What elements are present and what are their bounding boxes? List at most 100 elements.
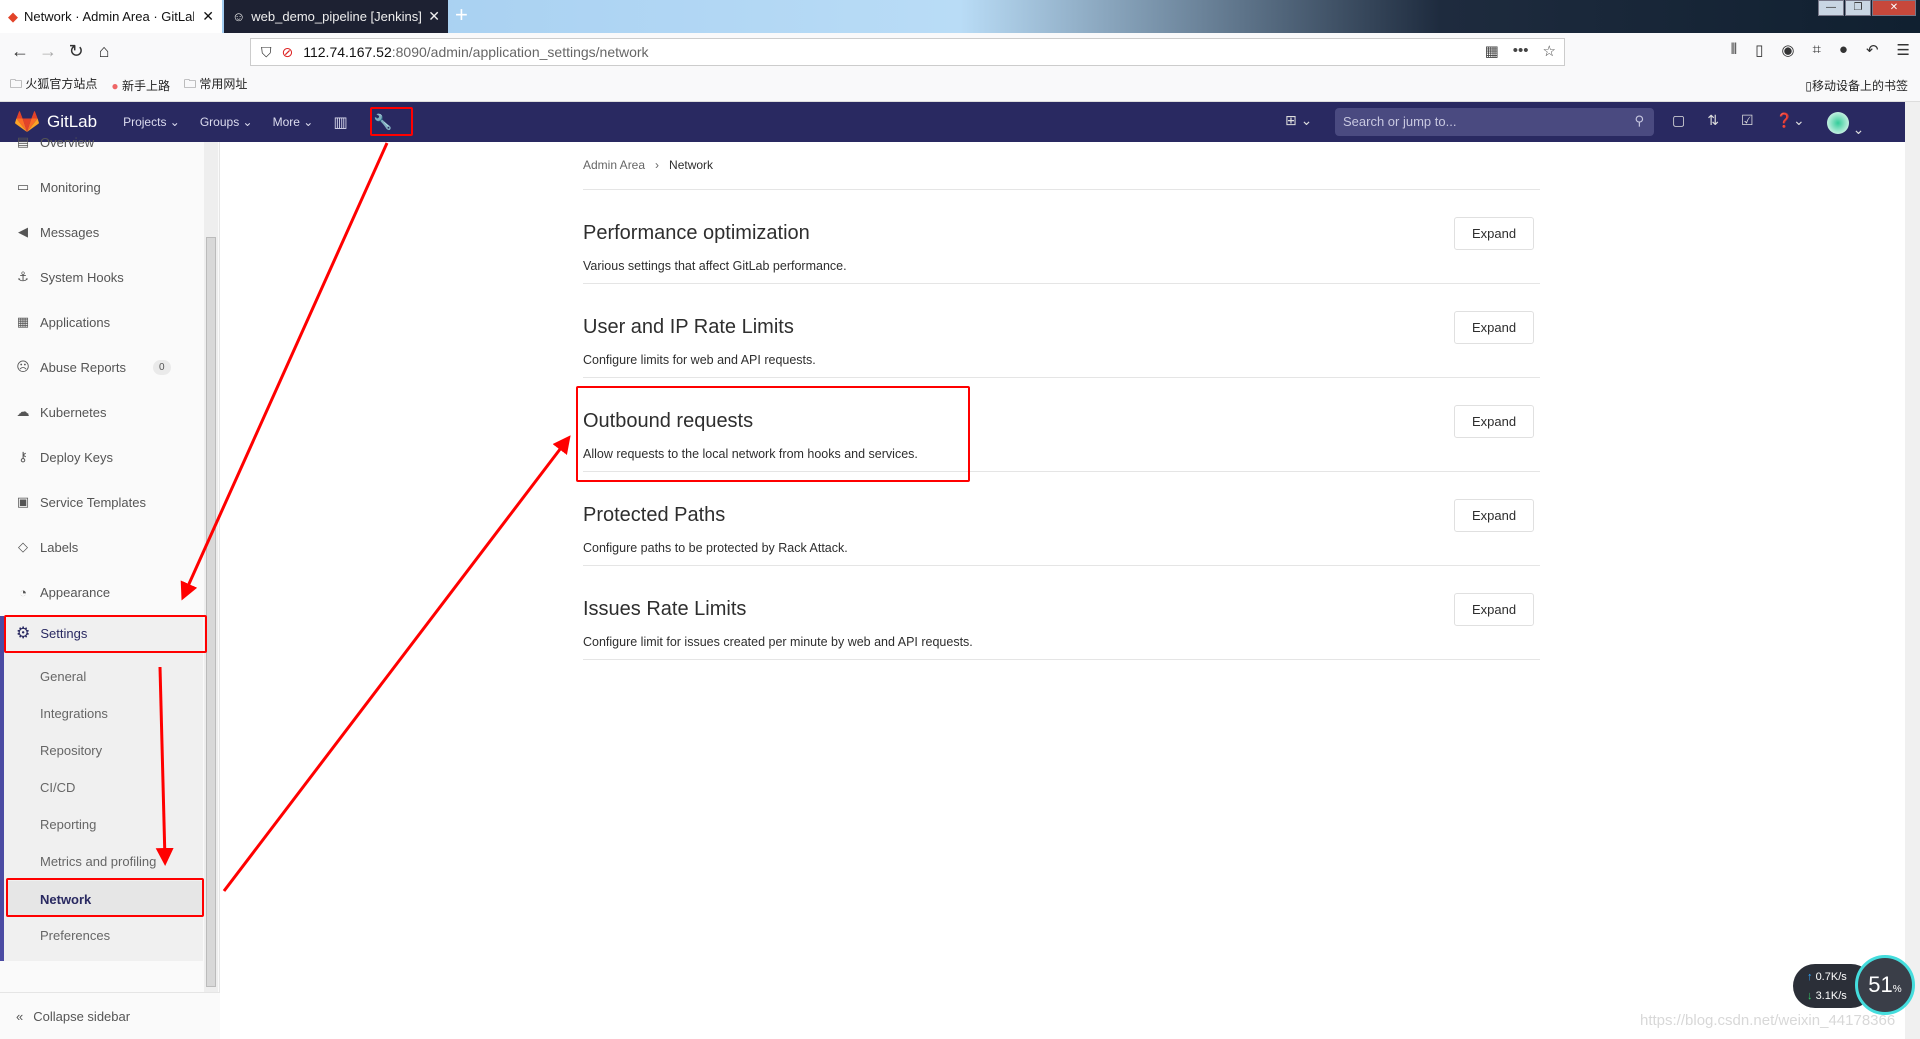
section-title: Issues Rate Limits <box>583 598 747 620</box>
minimize-button[interactable]: — <box>1818 0 1844 16</box>
gitlab-header: GitLab Projects ⌄ Groups ⌄ More ⌄ ▥ 🔧 ⊞ … <box>0 102 1905 142</box>
bookmark-getting-started[interactable]: ● 新手上路 <box>111 77 170 94</box>
megaphone-icon: ◀ <box>18 224 28 239</box>
annotation-box-settings <box>4 615 207 653</box>
section-title: Performance optimization <box>583 222 810 244</box>
nav-groups[interactable]: Groups ⌄ <box>200 115 253 129</box>
palette-icon: ◔ <box>19 584 27 600</box>
issues-icon[interactable]: ▢ <box>1672 112 1685 138</box>
browser-tab-bar: ◆ Network · Admin Area · GitLab ✕ ☺ web_dem… <box>0 0 1920 33</box>
undo-icon[interactable]: ↶ <box>1866 41 1879 59</box>
settings-section: Issues Rate Limits Configure limit for is… <box>583 566 1540 660</box>
expand-button[interactable]: Expand <box>1454 217 1534 250</box>
gitlab-favicon-icon: ◆ <box>8 8 18 24</box>
library-icon[interactable]: ⫴ <box>1731 41 1737 59</box>
expand-button[interactable]: Expand <box>1454 593 1534 626</box>
close-tab-icon[interactable]: ✕ <box>428 8 440 25</box>
breadcrumb-admin-area[interactable]: Admin Area <box>583 158 645 172</box>
expand-button[interactable]: Expand <box>1454 499 1534 532</box>
menu-icon[interactable]: ☰ <box>1897 41 1910 59</box>
settings-section: Protected Paths Configure paths to be pro… <box>583 472 1540 566</box>
breadcrumb-network: Network <box>669 158 714 172</box>
sidebar-sub-metrics-and-profiling[interactable]: Metrics and profiling <box>40 854 156 869</box>
reload-icon[interactable]: ↻ <box>62 41 90 62</box>
page-scrollbar[interactable] <box>1905 102 1920 1039</box>
back-icon[interactable]: ← <box>6 41 34 62</box>
annotation-box-outbound <box>576 386 970 482</box>
todos-icon[interactable]: ☑ <box>1741 112 1754 138</box>
forward-icon[interactable]: → <box>34 41 62 62</box>
sidebar-item-deploy-keys[interactable]: ⚷ Deploy Keys <box>16 442 113 472</box>
section-description: Configure limit for issues created per m… <box>583 635 973 649</box>
sidebar-sub-integrations[interactable]: Integrations <box>40 706 108 721</box>
bookmark-star-icon[interactable]: ☆ <box>1543 42 1556 60</box>
section-title: Protected Paths <box>583 504 726 526</box>
sidebar-item-labels[interactable]: ◇ Labels <box>16 532 78 562</box>
close-tab-icon[interactable]: ✕ <box>202 8 214 25</box>
collapse-sidebar-button[interactable]: «Collapse sidebar <box>0 992 220 1039</box>
help-icon[interactable]: ❓⌄ <box>1776 112 1805 138</box>
sidebar-item-messages[interactable]: ◀ Messages <box>16 217 99 247</box>
search-icon: ⚲ <box>1634 113 1644 128</box>
sidebar-item-service-templates[interactable]: ▣ Service Templates <box>16 487 146 517</box>
download-arrow-icon: ↓ <box>1807 990 1813 1002</box>
hook-icon: ⚓ <box>17 269 29 284</box>
mobile-bookmarks[interactable]: ▯移动设备上的书签 <box>1805 77 1908 94</box>
settings-section: Performance optimization Various settings… <box>583 190 1540 284</box>
search-input[interactable]: Search or jump to... ⚲ <box>1335 108 1654 136</box>
tab-gitlab-network[interactable]: ◆ Network · Admin Area · GitLab ✕ <box>0 0 222 33</box>
section-title: User and IP Rate Limits <box>583 316 794 338</box>
shield-icon: ⛉ <box>261 43 272 60</box>
bookmark-common-sites[interactable]: 🗀 常用网址 <box>184 75 247 96</box>
scrollbar-thumb[interactable] <box>206 237 216 987</box>
new-tab-button[interactable]: + <box>455 2 468 28</box>
account-icon[interactable]: ◉ <box>1781 41 1794 59</box>
sidebar-icon[interactable]: ▯ <box>1755 41 1763 59</box>
sidebar-sub-general[interactable]: General <box>40 669 86 684</box>
window-close-button[interactable]: ✕ <box>1872 0 1916 16</box>
double-chevron-left-icon: « <box>16 1008 24 1024</box>
template-icon: ▣ <box>16 494 30 509</box>
sidebar-item-appearance[interactable]: ◔ Appearance <box>16 577 110 607</box>
label-icon: ◇ <box>18 539 28 554</box>
arrow-network-to-outbound <box>222 435 571 892</box>
sidebar-sub-ci-cd[interactable]: CI/CD <box>40 780 75 795</box>
annotation-box-network <box>6 878 204 917</box>
user-avatar-menu[interactable]: ⌄ <box>1826 112 1864 138</box>
section-description: Configure limits for web and API request… <box>583 353 816 367</box>
jenkins-favicon-icon: ☺ <box>232 9 246 24</box>
section-description: Configure paths to be protected by Rack … <box>583 541 848 555</box>
new-item-plus-icon[interactable]: ⊞ ⌄ <box>1285 112 1312 129</box>
home-icon[interactable]: ⌂ <box>90 41 118 62</box>
crop-icon[interactable]: ⌗ <box>1812 41 1820 59</box>
sidebar-item-abuse-reports[interactable]: ☹ Abuse Reports <box>16 352 126 382</box>
merge-requests-icon[interactable]: ⇅ <box>1707 112 1719 138</box>
settings-section: User and IP Rate Limits Configure limits … <box>583 284 1540 378</box>
sidebar-item-applications[interactable]: ▦ Applications <box>16 307 110 337</box>
sidebar-item-kubernetes[interactable]: ☁ Kubernetes <box>16 397 107 427</box>
sidebar-item-overview[interactable]: ▤ Overview <box>16 127 94 157</box>
nav-projects[interactable]: Projects ⌄ <box>123 115 180 129</box>
qr-code-icon[interactable]: ▦ <box>1485 42 1499 60</box>
activity-chart-icon[interactable]: ▥ <box>333 113 347 131</box>
sidebar-item-monitoring[interactable]: ▭ Monitoring <box>16 172 101 202</box>
chat-icon[interactable]: ● <box>1839 41 1848 59</box>
annotation-box-wrench <box>370 107 413 136</box>
expand-button[interactable]: Expand <box>1454 311 1534 344</box>
more-actions-icon[interactable]: ••• <box>1513 42 1529 60</box>
expand-button[interactable]: Expand <box>1454 405 1534 438</box>
nav-more[interactable]: More ⌄ <box>273 115 314 129</box>
sidebar-scrollbar[interactable] <box>204 142 218 992</box>
insecure-lock-icon: ⊘ <box>281 43 294 60</box>
sidebar-sub-repository[interactable]: Repository <box>40 743 102 758</box>
memory-gauge[interactable]: 51% <box>1855 955 1915 1015</box>
sidebar-sub-preferences[interactable]: Preferences <box>40 928 110 943</box>
bookmark-firefox-site[interactable]: 🗀 火狐官方站点 <box>10 75 97 96</box>
address-bar[interactable]: ⛉ ⊘ 112.74.167.52:8090/admin/application… <box>250 38 1565 66</box>
section-description: Various settings that affect GitLab perf… <box>583 259 847 273</box>
restore-button[interactable]: ❐ <box>1845 0 1871 16</box>
sidebar-sub-reporting[interactable]: Reporting <box>40 817 96 832</box>
tab-jenkins[interactable]: ☺ web_demo_pipeline [Jenkins] ✕ <box>224 0 448 33</box>
overview-icon: ▤ <box>16 134 30 149</box>
sidebar-item-system-hooks[interactable]: ⚓ System Hooks <box>16 262 124 292</box>
